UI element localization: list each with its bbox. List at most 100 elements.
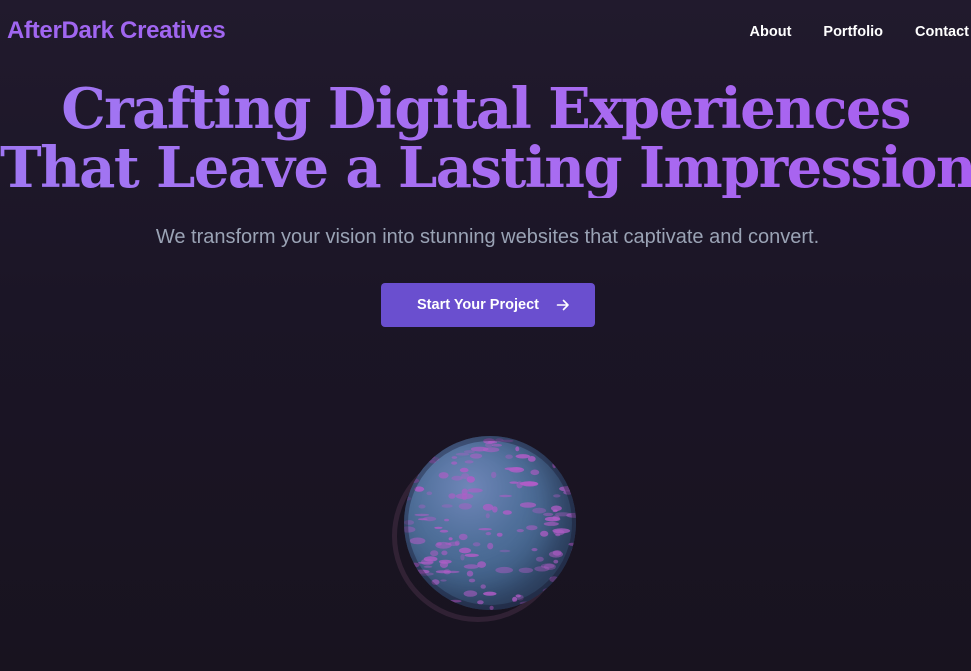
planet-speckle: [459, 547, 471, 554]
planet-speckle: [569, 436, 576, 440]
planet-speckle: [441, 504, 453, 508]
nav-link-portfolio[interactable]: Portfolio: [823, 24, 883, 40]
planet-speckle: [466, 570, 474, 577]
hero-headline-line-2: That Leave a Lasting Impression: [0, 135, 971, 201]
planet-speckle: [430, 550, 439, 557]
planet-speckle: [470, 453, 483, 459]
planet-speckle: [543, 512, 554, 517]
planet-speckle: [530, 469, 540, 476]
planet-speckle: [467, 488, 483, 493]
planet-speckle: [554, 453, 569, 460]
planet-speckle: [423, 516, 437, 522]
planet-speckle: [466, 476, 475, 483]
planet-speckle: [426, 491, 433, 496]
nav-link-contact[interactable]: Contact: [915, 24, 969, 40]
planet-speckle: [561, 574, 572, 577]
planet-speckle: [421, 558, 434, 566]
planet-speckle: [438, 559, 452, 564]
planet-speckle: [505, 454, 513, 459]
planet-speckle: [458, 503, 472, 510]
planet-speckle: [509, 481, 519, 484]
planet-speckle: [552, 509, 558, 513]
planet-speckle: [515, 446, 520, 452]
hero-subtitle: We transform your vision into stunning w…: [155, 226, 820, 248]
planet-speckle: [438, 472, 449, 479]
planet-speckle: [455, 493, 474, 500]
planet-speckle: [514, 436, 519, 439]
planet-speckle: [518, 567, 534, 573]
planet-illustration: [392, 434, 578, 622]
planet-speckle: [516, 529, 524, 533]
planet-speckle: [414, 441, 425, 447]
brand-logo[interactable]: AfterDark Creatives: [7, 17, 226, 45]
planet-speckle: [478, 528, 492, 531]
planet-speckle: [573, 436, 576, 441]
planet-speckle: [414, 457, 424, 464]
planet-speckle: [495, 566, 513, 574]
planet-speckle: [561, 450, 571, 453]
planet-speckle: [499, 549, 511, 553]
planet-speckle: [553, 494, 561, 498]
planet-speckle: [536, 606, 543, 610]
planet-speckle: [502, 510, 512, 515]
planet-speckle: [491, 443, 503, 447]
planet-speckle: [543, 521, 559, 526]
planet-speckle: [447, 436, 458, 439]
planet-speckle: [435, 570, 450, 574]
planet-speckle: [468, 578, 476, 583]
planet-speckle: [515, 454, 530, 459]
planet-speckle: [519, 481, 538, 486]
globe-icon: [404, 436, 576, 610]
planet-speckle: [556, 438, 573, 446]
planet-speckle: [485, 513, 490, 519]
planet-speckle: [451, 461, 458, 465]
planet-speckle: [480, 584, 486, 589]
planet-speckle: [425, 441, 443, 449]
planet-speckle: [423, 565, 433, 568]
planet-speckle: [536, 556, 544, 562]
planet-speckle: [417, 437, 433, 440]
planet-speckle: [482, 503, 494, 511]
start-project-button[interactable]: Start Your Project: [381, 283, 595, 327]
planet-speckle: [553, 559, 559, 564]
planet-speckle: [436, 542, 442, 546]
planet-speckle: [451, 456, 458, 459]
planet-speckle: [441, 550, 448, 556]
planet-speckle: [519, 502, 537, 508]
planet-speckle: [562, 594, 576, 601]
planet-speckle: [555, 512, 571, 517]
planet-speckle: [459, 467, 469, 473]
planet-speckle: [496, 532, 503, 537]
planet-speckle: [404, 456, 411, 461]
planet-speckle: [463, 564, 479, 569]
planet-speckle: [548, 551, 564, 558]
planet-speckle: [504, 467, 522, 471]
planet-speckle: [477, 600, 484, 605]
planet-speckle: [499, 494, 512, 498]
planet-speckle: [540, 530, 549, 537]
planet-speckle: [439, 529, 449, 533]
planet-speckle: [444, 518, 450, 522]
arrow-right-icon: [555, 297, 571, 313]
hero-headline: Crafting Digital Experiences That Leave …: [0, 80, 971, 198]
nav-link-about[interactable]: About: [750, 24, 792, 40]
hero-headline-line-1: Crafting Digital Experiences: [61, 76, 910, 142]
planet-speckle: [531, 548, 538, 552]
planet-speckle: [418, 504, 426, 509]
planet-speckle: [565, 436, 575, 440]
planet-speckle: [561, 573, 576, 577]
planet-speckle: [491, 471, 497, 479]
planet-speckle: [464, 553, 479, 557]
planet-speckle: [415, 446, 422, 450]
planet-speckle: [445, 542, 452, 545]
planet-speckle: [472, 542, 481, 547]
planet-speckle: [553, 529, 565, 536]
planet-speckle: [559, 462, 566, 468]
planet-speckle: [521, 437, 530, 440]
planet-speckle: [409, 537, 426, 545]
planet-speckle: [570, 479, 576, 486]
planet-speckle: [532, 507, 547, 514]
planet-speckle: [544, 516, 561, 522]
main-nav: About Portfolio Contact: [750, 24, 969, 40]
planet-speckle: [448, 537, 453, 541]
